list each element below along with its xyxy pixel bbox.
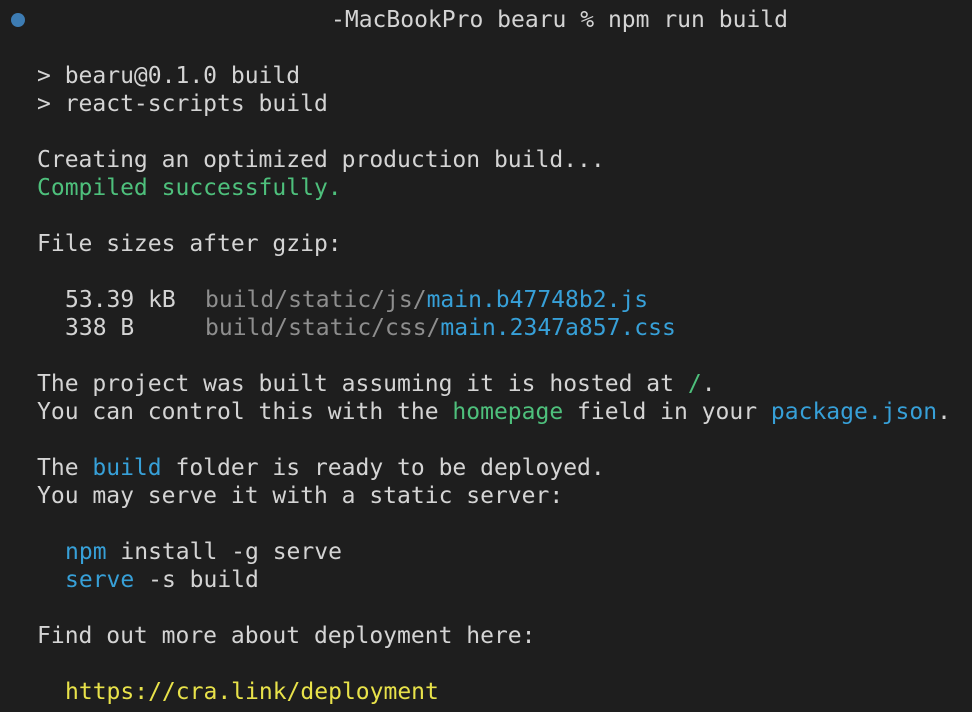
- file-row-css-name: main.2347a857.css: [440, 315, 676, 341]
- file-row-js-path: build/static/js/main.b47748b2.js: [205, 286, 648, 314]
- npm-bin: npm: [65, 539, 107, 565]
- control-part-2: field in your: [563, 399, 771, 425]
- hosted-at-prefix: The project was built assuming it is hos…: [37, 371, 688, 397]
- deploy-hint-text: Find out more about deployment here:: [37, 623, 536, 649]
- package-json-file: package.json: [770, 399, 938, 425]
- hosted-at-text: The project was built assuming it is hos…: [37, 370, 716, 398]
- hosted-at-suffix: .: [701, 371, 716, 397]
- npm-args: install -g serve: [106, 539, 342, 565]
- file-row-js-size: 53.39 kB: [65, 287, 176, 313]
- status-dot-icon: [11, 13, 25, 27]
- command-prompt: -MacBookPro bearu % npm run build: [331, 7, 788, 33]
- deployment-link[interactable]: https://cra.link/deployment: [65, 678, 439, 706]
- hosted-path: /: [687, 371, 702, 397]
- serve-hint-text: You may serve it with a static server:: [37, 483, 564, 509]
- build-folder-part-2: folder is ready to be deployed.: [161, 455, 605, 481]
- npm-install-command: npm install -g serve: [65, 538, 342, 566]
- serve-args: -s build: [134, 567, 259, 593]
- file-sizes-heading: File sizes after gzip:: [37, 231, 342, 257]
- file-row-css-path: build/static/css/main.2347a857.css: [205, 314, 676, 342]
- file-row-js-dir: build/static/js/: [205, 287, 427, 313]
- build-folder-text: The build folder is ready to be deployed…: [37, 454, 605, 482]
- build-folder-part-1: The: [37, 455, 93, 481]
- script-line-2: > react-scripts build: [37, 91, 328, 117]
- serve-command: serve -s build: [65, 566, 259, 594]
- homepage-field: homepage: [452, 399, 564, 425]
- serve-bin: serve: [65, 567, 135, 593]
- file-row-css-dir: build/static/css/: [205, 315, 441, 341]
- control-part-3: .: [937, 399, 951, 425]
- file-row-css-size: 338 B: [65, 315, 135, 341]
- script-line-1: > bearu@0.1.0 build: [37, 63, 301, 89]
- creating-build-text: Creating an optimized production build..…: [37, 147, 605, 173]
- control-homepage-text: You can control this with the homepage f…: [37, 398, 951, 426]
- build-folder-name: build: [92, 455, 162, 481]
- compiled-success-text: Compiled successfully.: [37, 175, 342, 201]
- file-row-js-name: main.b47748b2.js: [426, 287, 649, 313]
- control-part-1: You can control this with the: [37, 399, 453, 425]
